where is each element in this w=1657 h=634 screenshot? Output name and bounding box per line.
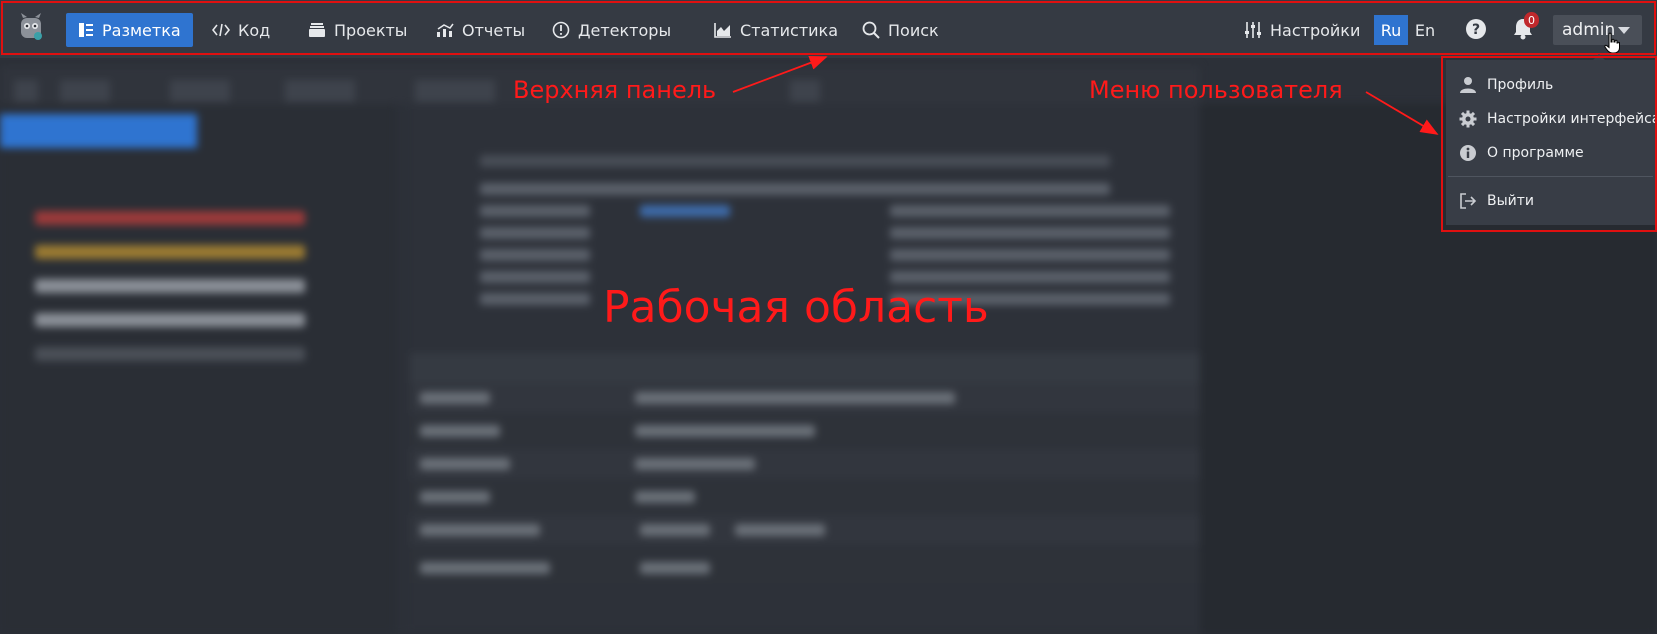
nav-search-label: Поиск [888,20,939,40]
user-menu-button[interactable]: admin [1553,15,1642,45]
reports-icon [437,23,454,37]
gear-icon [1459,110,1477,128]
menu-item-about-label: О программе [1487,145,1584,161]
markup-icon [79,23,93,37]
top-bar: Разметка Код Проекты Отчеты Детекторы Ст… [0,0,1657,58]
code-icon [212,23,230,37]
notification-badge: 0 [1524,12,1539,28]
nav-statistics-label: Статистика [740,20,838,40]
nav-code-label: Код [238,20,271,40]
statistics-icon [714,23,731,38]
projects-icon [309,23,325,37]
nav-projects-label: Проекты [334,20,408,40]
nav-detectors-label: Детекторы [578,20,672,40]
menu-item-logout[interactable]: Выйти [1459,187,1534,215]
user-icon [1460,77,1476,93]
menu-divider [1448,176,1653,177]
nav-settings-label: Настройки [1270,20,1361,40]
logout-icon [1460,193,1477,209]
hand-cursor-icon [1604,32,1620,54]
nav-code[interactable]: Код [200,13,282,47]
menu-item-interface-settings-label: Настройки интерфейса [1487,111,1657,127]
nav-reports[interactable]: Отчеты [424,13,537,47]
sliders-icon [1245,22,1261,38]
menu-item-interface-settings[interactable]: Настройки интерфейса [1459,105,1657,133]
nav-search[interactable]: Поиск [850,13,951,47]
nav-statistics[interactable]: Статистика [702,13,850,47]
menu-item-profile-label: Профиль [1487,77,1554,93]
menu-item-profile[interactable]: Профиль [1459,71,1553,99]
blurred-content [0,58,1657,634]
lang-ru-button[interactable]: Ru [1374,15,1408,45]
menu-item-about[interactable]: О программе [1459,139,1584,167]
nav-markup-label: Разметка [102,20,181,40]
left-panel [0,104,395,634]
nav-projects[interactable]: Проекты [296,13,419,47]
left-panel-active-button [0,114,197,148]
detectors-icon [552,21,570,39]
nav-reports-label: Отчеты [462,20,526,40]
lang-en-button[interactable]: En [1408,15,1442,45]
nav-detectors[interactable]: Детекторы [540,13,683,47]
annotation-topbar-label: Верхняя панель [513,76,717,104]
annotation-workspace-label: Рабочая область [603,282,989,333]
workspace-area [0,58,1657,634]
help-icon[interactable]: ? [1463,16,1489,42]
info-icon [1460,145,1476,161]
svg-text:?: ? [1472,22,1480,38]
nav-markup[interactable]: Разметка [66,13,193,47]
annotation-user-menu-label: Меню пользователя [1089,76,1343,104]
menu-item-logout-label: Выйти [1487,193,1535,209]
app-logo-icon[interactable] [17,12,45,42]
search-icon [862,21,880,39]
nav-settings[interactable]: Настройки [1232,13,1372,47]
